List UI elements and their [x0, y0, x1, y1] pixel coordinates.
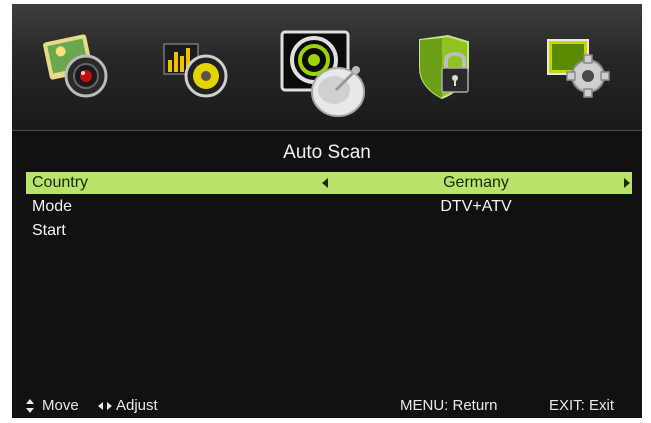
row-value: Germany — [443, 174, 509, 191]
row-label: Mode — [32, 198, 73, 215]
footer-help-bar: Move Adjust MENU: Return EXIT: Exit — [12, 394, 642, 418]
up-down-icon — [26, 399, 34, 414]
menu-row-country[interactable]: Country Germany — [26, 172, 632, 194]
exit-hint: EXIT: Exit — [549, 397, 615, 414]
left-right-icon — [98, 402, 112, 411]
channel-icon[interactable] — [278, 26, 370, 122]
menu-return-hint: MENU: Return — [400, 397, 498, 414]
lock-icon[interactable] — [412, 34, 482, 100]
move-hint: Move — [26, 394, 79, 418]
adjust-hint: Adjust — [98, 394, 158, 418]
row-label: Country — [32, 174, 89, 191]
row-value: DTV+ATV — [440, 198, 512, 215]
sound-icon[interactable] — [162, 34, 232, 100]
setup-icon[interactable] — [542, 34, 612, 100]
arrow-right-icon[interactable] — [624, 178, 630, 188]
tv-osd-screen: Auto Scan Country Germany Mode DTV+ATV S… — [12, 4, 642, 418]
menu-row-start[interactable]: Start — [26, 220, 632, 242]
page-title: Auto Scan — [283, 142, 371, 163]
picture-icon[interactable] — [42, 34, 112, 100]
menu-icon-bar — [12, 4, 642, 131]
row-label: Start — [32, 222, 66, 239]
menu-row-mode[interactable]: Mode DTV+ATV — [26, 196, 632, 218]
